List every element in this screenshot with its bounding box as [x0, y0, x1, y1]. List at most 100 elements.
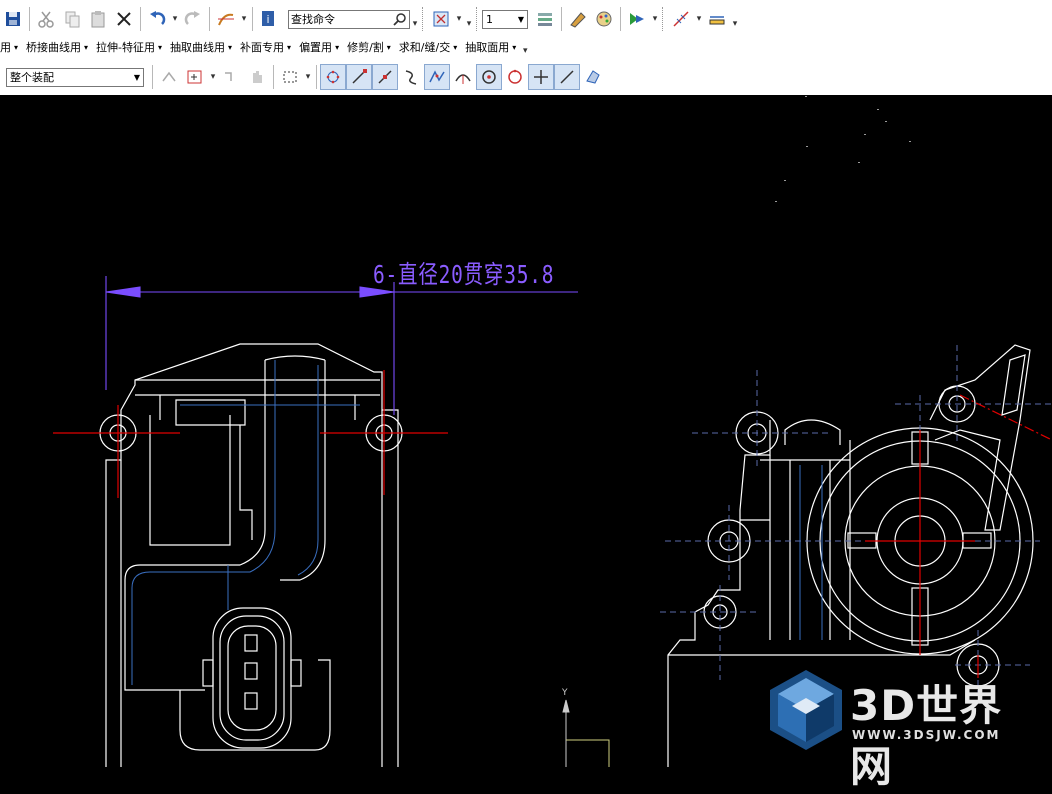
control-point-icon[interactable] [398, 64, 424, 90]
menu-item-8[interactable]: 抽取面用 ▾ [461, 36, 520, 58]
left-top-slot [135, 379, 380, 420]
circle-center-icon[interactable] [476, 64, 502, 90]
pin-3 [244, 692, 258, 710]
intersection-icon[interactable] [424, 64, 450, 90]
face-point-icon[interactable] [580, 64, 606, 90]
left-channel-top [264, 355, 326, 361]
add-point-icon[interactable] [182, 64, 208, 90]
watermark-url: WWW.3DSJW.COM [852, 728, 1001, 742]
delete-icon[interactable] [111, 6, 137, 32]
show-hide-icon[interactable] [624, 6, 650, 32]
color-palette-icon[interactable] [591, 6, 617, 32]
menu-item-7[interactable]: 求和/缝/交 ▾ [395, 36, 461, 58]
search-icon[interactable] [393, 12, 407, 26]
dim-arrow-left [105, 286, 141, 298]
chevron-down-icon: ▼ [133, 72, 140, 82]
right-lever [929, 344, 1031, 531]
endpoint-icon[interactable] [346, 64, 372, 90]
chevron-down-icon: ▾ [386, 42, 391, 52]
menu-item-1[interactable]: 桥接曲线用 ▾ [22, 36, 92, 58]
chevron-down-icon: ▾ [512, 42, 517, 52]
command-search-input[interactable]: 查找命令 [288, 9, 410, 29]
toolbar-grip[interactable] [422, 7, 426, 31]
show-hide-dropdown[interactable]: ▾ [650, 14, 660, 24]
snap-point-icon[interactable] [320, 64, 346, 90]
box-select-icon[interactable] [277, 64, 303, 90]
pin-2 [244, 662, 258, 680]
right-column-outer [769, 440, 851, 640]
paste-icon[interactable] [85, 6, 111, 32]
command-search-placeholder: 查找命令 [291, 13, 335, 26]
menu-item-4[interactable]: 补面专用 ▾ [236, 36, 295, 58]
left-chamber [149, 415, 231, 546]
save-icon[interactable] [0, 6, 26, 32]
info-icon[interactable]: i [256, 6, 282, 32]
separator [140, 7, 141, 31]
menu-toolbar: 用 ▾ 桥接曲线用 ▾ 拉伸-特征用 ▾ 抽取曲线用 ▾ 补面专用 ▾ 偏置用 ▾ 修剪/割… [0, 34, 530, 60]
fit-view-icon[interactable] [428, 6, 454, 32]
right-base-top [668, 639, 976, 656]
menu-item-2[interactable]: 拉伸-特征用 ▾ [92, 36, 166, 58]
separator [620, 7, 621, 31]
left-hidden-2 [297, 365, 319, 576]
arc-center-icon[interactable] [450, 64, 476, 90]
distance-dropdown[interactable]: ▾ [730, 19, 740, 29]
cut-icon[interactable] [33, 6, 59, 32]
trace-icon[interactable] [218, 64, 244, 90]
copy-icon[interactable] [59, 6, 85, 32]
menu-item-5[interactable]: 偏置用 ▾ [295, 36, 343, 58]
toolbar-area: ▾ ▾ i 查找命令 ▾ ▾ ▾ 1 ▼ ▾ ▾ ▾ 用 ▾ 桥接曲线用 ▾ 拉… [0, 0, 1052, 95]
chevron-down-icon: ▾ [228, 42, 233, 52]
dimension-label[interactable]: 6-直径20贯穿35.8 [373, 255, 554, 291]
left-body-inner [120, 410, 383, 767]
selection-filter-select[interactable]: 整个装配 ▼ [6, 67, 144, 87]
midpoint-icon[interactable] [372, 64, 398, 90]
layer-settings-icon[interactable] [532, 6, 558, 32]
menu-overflow-dropdown[interactable]: ▾ [520, 46, 530, 56]
measure-icon[interactable] [668, 6, 694, 32]
add-point-dropdown[interactable]: ▾ [208, 72, 218, 82]
box-select-dropdown[interactable]: ▾ [303, 72, 313, 82]
distance-icon[interactable] [704, 6, 730, 32]
toolbar-grip[interactable] [476, 7, 480, 31]
toolbar-grip[interactable] [662, 7, 666, 31]
undo-icon[interactable] [144, 6, 170, 32]
point-on-line-icon[interactable] [554, 64, 580, 90]
chevron-down-icon: ▾ [335, 42, 340, 52]
snap-tool-icon[interactable] [156, 64, 182, 90]
point-on-curve-icon[interactable] [528, 64, 554, 90]
left-boss [175, 399, 253, 540]
left-channel [124, 360, 326, 691]
measure-dropdown[interactable]: ▾ [694, 14, 704, 24]
left-hidden-1 [131, 360, 276, 685]
cad-drawing: Y [53, 96, 1052, 767]
drawing-canvas[interactable]: Y 6-直径20贯穿35.8 3D世界网 WWW.3DSJW.COM [0, 95, 1052, 791]
chevron-down-icon: ▾ [14, 42, 19, 52]
undo-dropdown[interactable]: ▾ [170, 14, 180, 24]
right-base [667, 420, 771, 767]
hand-icon[interactable] [244, 64, 270, 90]
layer-select[interactable]: 1 ▼ [482, 9, 528, 29]
chevron-down-icon: ▼ [517, 14, 524, 24]
menu-item-0[interactable]: 用 ▾ [0, 36, 22, 58]
curve-tool-dropdown[interactable]: ▾ [239, 14, 249, 24]
svg-text:Y: Y [561, 688, 568, 698]
left-body-outline [105, 343, 399, 767]
fit-view-dropdown[interactable]: ▾ [454, 14, 464, 24]
curve-tool-icon[interactable] [213, 6, 239, 32]
view-extra-dropdown[interactable]: ▾ [464, 19, 474, 29]
wcs-triad: Y [561, 688, 610, 767]
redo-icon[interactable] [180, 6, 206, 32]
connector-inner [227, 625, 277, 731]
selection-toolbar: 整个装配 ▼ ▾ ▾ [0, 63, 606, 91]
separator [561, 7, 562, 31]
pin-1 [244, 634, 258, 652]
quadrant-icon[interactable] [502, 64, 528, 90]
chevron-down-icon: ▾ [453, 42, 458, 52]
menu-item-3[interactable]: 抽取曲线用 ▾ [166, 36, 236, 58]
edit-object-display-icon[interactable] [565, 6, 591, 32]
right-column-inner [789, 460, 831, 640]
search-dropdown[interactable]: ▾ [410, 19, 420, 29]
standard-toolbar: ▾ ▾ i 查找命令 ▾ ▾ ▾ 1 ▼ ▾ ▾ ▾ [0, 3, 740, 35]
menu-item-6[interactable]: 修剪/割 ▾ [343, 36, 395, 58]
